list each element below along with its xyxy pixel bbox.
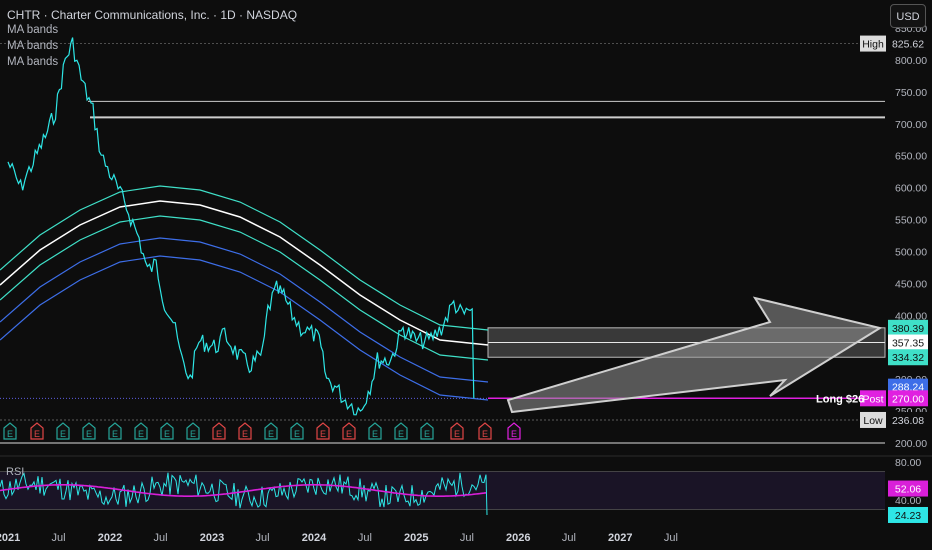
time-axis-tick: Jul: [358, 532, 372, 544]
rsi-pane-label[interactable]: RSI: [6, 466, 24, 478]
price-axis-tick: 500.00: [895, 246, 927, 258]
indicator-ma-bands-3[interactable]: MA bands: [7, 56, 58, 68]
time-axis-tick: 2023: [200, 532, 224, 544]
price-label-post: 270.00: [892, 393, 924, 405]
earnings-marker-label: E: [268, 429, 274, 439]
chart-canvas[interactable]: E E E E E E E E E E E E E E E E E E E E850.00800.00750.0070…: [0, 0, 932, 550]
time-axis-tick: Jul: [52, 532, 66, 544]
earnings-marker-label: E: [482, 429, 488, 439]
time-axis-tick: Jul: [562, 532, 576, 544]
price-axis-tick: 550.00: [895, 215, 927, 227]
rsi-label-value: 24.23: [895, 510, 921, 522]
earnings-marker-label: E: [164, 429, 170, 439]
time-axis-tick: Jul: [256, 532, 270, 544]
earnings-marker-label: E: [242, 429, 248, 439]
chart-background: [0, 0, 932, 550]
price-label-low: 236.08: [892, 415, 924, 427]
rsi-axis-tick: 80.00: [895, 457, 921, 469]
time-axis-tick: 2025: [404, 532, 428, 544]
time-axis-tick: 2024: [302, 532, 327, 544]
symbol-title[interactable]: CHTR · Charter Communications, Inc. · 1D…: [7, 8, 297, 22]
rsi-label-ma: 52.06: [895, 484, 921, 496]
earnings-marker-label: E: [216, 429, 222, 439]
time-axis-tick: 2027: [608, 532, 632, 544]
earnings-marker-label: E: [424, 429, 430, 439]
indicator-ma-bands-2[interactable]: MA bands: [7, 40, 58, 52]
earnings-marker-label: E: [34, 429, 40, 439]
price-axis-tick: 750.00: [895, 87, 927, 99]
earnings-marker-label: E: [138, 429, 144, 439]
price-label-band-upper: 380.39: [892, 323, 924, 335]
earnings-marker-label: E: [112, 429, 118, 439]
time-axis-tick: Jul: [664, 532, 678, 544]
earnings-marker-label: E: [190, 429, 196, 439]
long-position-label: Long $26: [816, 393, 864, 405]
earnings-marker-label: E: [86, 429, 92, 439]
earnings-marker-label: E: [511, 429, 517, 439]
earnings-marker-label: E: [346, 429, 352, 439]
price-axis-tick: 450.00: [895, 278, 927, 290]
price-axis-tick: 200.00: [895, 438, 927, 450]
time-axis-tick: Jul: [154, 532, 168, 544]
earnings-marker-label: E: [454, 429, 460, 439]
time-axis-tick: 2026: [506, 532, 530, 544]
currency-button[interactable]: USD: [890, 4, 926, 28]
earnings-marker-label: E: [294, 429, 300, 439]
earnings-marker-label: E: [398, 429, 404, 439]
time-axis-tick: 2022: [98, 532, 122, 544]
price-label-low-tag: Low: [863, 415, 883, 427]
time-axis-tick: Jul: [460, 532, 474, 544]
earnings-marker-label: E: [372, 429, 378, 439]
price-axis-tick: 650.00: [895, 151, 927, 163]
price-label-band-mid: 357.35: [892, 338, 924, 350]
earnings-marker-label: E: [320, 429, 326, 439]
price-label-post-tag: Post: [862, 393, 883, 405]
price-label-band-lower: 334.32: [892, 352, 924, 364]
price-label-high-tag: High: [862, 39, 884, 51]
time-axis-tick: 2021: [0, 532, 20, 544]
price-axis-tick: 600.00: [895, 183, 927, 195]
rsi-axis-tick: 40.00: [895, 495, 921, 507]
price-axis-tick: 700.00: [895, 119, 927, 131]
earnings-marker-label: E: [7, 429, 13, 439]
earnings-marker-label: E: [60, 429, 66, 439]
indicator-ma-bands-1[interactable]: MA bands: [7, 24, 58, 36]
price-axis-tick: 800.00: [895, 55, 927, 67]
price-label-high: 825.62: [892, 39, 924, 51]
